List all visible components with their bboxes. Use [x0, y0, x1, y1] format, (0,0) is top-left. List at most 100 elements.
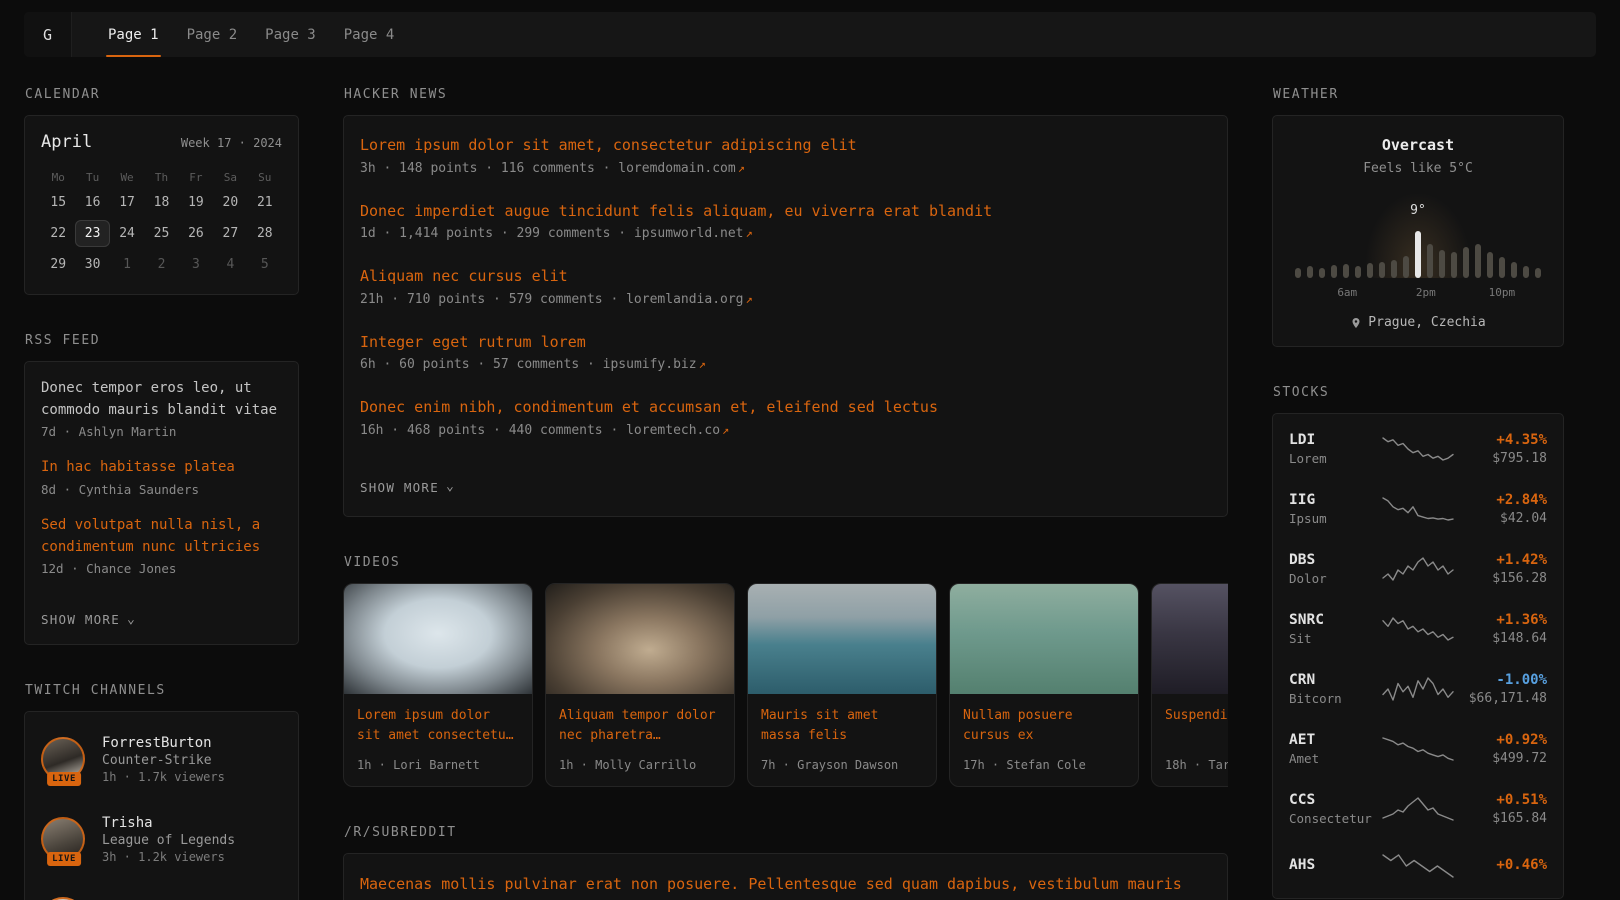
stock-values: +0.51% $165.84 — [1463, 792, 1547, 826]
stock-row[interactable]: CRN Bitcorn -1.00% $66,171.48 — [1289, 659, 1547, 719]
calendar-day: 26 — [179, 220, 213, 247]
rss-item-link[interactable]: Donec tempor eros leo, ut commodo mauris… — [41, 378, 282, 421]
external-link-icon: ↗ — [746, 292, 753, 306]
external-link-icon: ↗ — [746, 226, 753, 240]
hn-story-link[interactable]: Lorem ipsum dolor sit amet, consectetur … — [360, 134, 1211, 157]
video-meta: 18h · Tara — [1165, 758, 1228, 772]
location-pin-icon — [1350, 317, 1362, 329]
weather-bar — [1367, 263, 1373, 278]
calendar-day: 27 — [213, 220, 247, 247]
middle-column: HACKER NEWS Lorem ipsum dolor sit amet, … — [343, 87, 1228, 900]
hackernews-show-more-button[interactable]: SHOW MORE ⌄ — [360, 480, 455, 495]
twitch-channel-row[interactable]: KendallCarr — [41, 888, 282, 900]
weather-bar — [1319, 268, 1325, 278]
video-title: Aliquam tempor dolor nec pharetra… — [559, 706, 721, 748]
stock-id: LDI Lorem — [1289, 432, 1373, 466]
calendar-day: 5 — [248, 251, 282, 278]
video-card[interactable]: Nullam posuere cursus ex 17h · Stefan Co… — [949, 583, 1139, 787]
hn-meta-text: 21h · 710 points · 579 comments · — [360, 292, 626, 307]
subreddit-widget-title: /R/SUBREDDIT — [344, 825, 1228, 840]
video-card[interactable]: Lorem ipsum dolor sit amet consectetu… 1… — [343, 583, 533, 787]
weather-bar — [1475, 244, 1481, 278]
reddit-post-link[interactable]: Maecenas mollis pulvinar erat non posuer… — [360, 872, 1211, 900]
calendar-day: 18 — [144, 189, 178, 216]
rss-item-link[interactable]: Sed volutpat nulla nisl, a condimentum n… — [41, 515, 282, 558]
external-link-icon: ↗ — [738, 161, 745, 175]
weather-bar — [1439, 250, 1445, 278]
calendar-day: 15 — [41, 189, 75, 216]
stock-row[interactable]: SNRC Sit +1.36% $148.64 — [1289, 599, 1547, 659]
stock-change: +0.46% — [1463, 857, 1547, 873]
hn-domain-link[interactable]: loremtech.co↗ — [626, 423, 729, 438]
stock-row[interactable]: CCS Consectetur +0.51% $165.84 — [1289, 779, 1547, 839]
right-column: WEATHER Overcast Feels like 5°C 9° 6am 2… — [1272, 87, 1564, 900]
hn-domain-link[interactable]: ipsumify.biz↗ — [603, 357, 706, 372]
stock-row[interactable]: AET Amet +0.92% $499.72 — [1289, 719, 1547, 779]
video-card[interactable]: Mauris sit amet massa felis 7h · Grayson… — [747, 583, 937, 787]
video-meta: 1h · Lori Barnett — [357, 758, 519, 772]
rss-show-more-button[interactable]: SHOW MORE⌄ — [41, 612, 136, 627]
video-card[interactable]: Aliquam tempor dolor nec pharetra… 1h · … — [545, 583, 735, 787]
stock-sparkline — [1381, 795, 1455, 823]
calendar-day: 20 — [213, 189, 247, 216]
video-card-body: Aliquam tempor dolor nec pharetra… 1h · … — [546, 694, 734, 786]
stock-price: $156.28 — [1463, 571, 1547, 586]
nav-tab-page-3[interactable]: Page 3 — [251, 12, 330, 57]
hn-domain-link[interactable]: loremdomain.com↗ — [618, 161, 745, 176]
calendar-widget-title: CALENDAR — [25, 87, 299, 102]
stock-sparkline — [1381, 615, 1455, 643]
video-thumbnail — [344, 584, 532, 694]
twitch-channel-row[interactable]: LIVE ForrestBurton Counter-Strike 1h · 1… — [41, 728, 282, 790]
stock-price: $165.84 — [1463, 811, 1547, 826]
hn-story-link[interactable]: Aliquam nec cursus elit — [360, 265, 1211, 288]
hn-story-link[interactable]: Integer eget rutrum lorem — [360, 331, 1211, 354]
twitch-channel-info: ForrestBurton Counter-Strike 1h · 1.7k v… — [102, 735, 225, 784]
hn-story-link[interactable]: Donec enim nibh, condimentum et accumsan… — [360, 396, 1211, 419]
stock-row[interactable]: LDI Lorem +4.35% $795.18 — [1289, 419, 1547, 479]
hn-domain-link[interactable]: ipsumworld.net↗ — [634, 226, 753, 241]
nav-tab-page-2[interactable]: Page 2 — [173, 12, 252, 57]
stock-row[interactable]: IIG Ipsum +2.84% $42.04 — [1289, 479, 1547, 539]
video-card[interactable]: Suspendisse diam 18h · Tara — [1151, 583, 1228, 787]
stock-id: CRN Bitcorn — [1289, 672, 1373, 706]
rss-item: In hac habitasse platea 8d · Cynthia Sau… — [41, 457, 282, 497]
stock-values: +1.42% $156.28 — [1463, 552, 1547, 586]
nav-tab-page-1[interactable]: Page 1 — [94, 12, 173, 57]
twitch-channel-row[interactable]: LIVE Trisha League of Legends 3h · 1.2k … — [41, 808, 282, 870]
stock-row[interactable]: DBS Dolor +1.42% $156.28 — [1289, 539, 1547, 599]
app-logo[interactable]: G — [24, 12, 72, 57]
nav-tab-page-4[interactable]: Page 4 — [330, 12, 409, 57]
rss-item-link[interactable]: In hac habitasse platea — [41, 457, 282, 479]
hackernews-card: Lorem ipsum dolor sit amet, consectetur … — [343, 115, 1228, 517]
weather-bar — [1295, 268, 1301, 278]
calendar-day: 29 — [41, 251, 75, 278]
hackernews-widget-title: HACKER NEWS — [344, 87, 1228, 102]
calendar-day: 3 — [179, 251, 213, 278]
stock-name: Lorem — [1289, 451, 1373, 466]
weather-bar — [1499, 257, 1505, 278]
hn-domain-link[interactable]: loremlandia.org↗ — [626, 292, 753, 307]
chevron-down-icon: ⌄ — [446, 483, 455, 491]
video-title: Lorem ipsum dolor sit amet consectetu… — [357, 706, 519, 748]
calendar-day: 21 — [248, 189, 282, 216]
hn-story-link[interactable]: Donec imperdiet augue tincidunt felis al… — [360, 200, 1211, 223]
show-more-label: SHOW MORE — [41, 612, 120, 627]
twitch-channel-game: Counter-Strike — [102, 753, 225, 768]
nav-tabs: Page 1 Page 2 Page 3 Page 4 — [94, 12, 408, 57]
weather-bar — [1487, 252, 1493, 278]
video-meta: 7h · Grayson Dawson — [761, 758, 923, 772]
rss-item: Donec tempor eros leo, ut commodo mauris… — [41, 378, 282, 439]
stock-name: Ipsum — [1289, 511, 1373, 526]
weather-location-text: Prague, Czechia — [1368, 315, 1485, 330]
weather-bar — [1511, 262, 1517, 278]
show-more-label: SHOW MORE — [360, 480, 439, 495]
left-column: CALENDAR April Week 17 · 2024 Mo Tu We T… — [24, 87, 299, 900]
stock-name: Amet — [1289, 751, 1373, 766]
calendar-day: 23 — [75, 220, 109, 247]
twitch-channel-name[interactable]: Trisha — [102, 815, 153, 831]
hn-meta-text: 6h · 60 points · 57 comments · — [360, 357, 603, 372]
hn-item: Donec imperdiet augue tincidunt felis al… — [360, 200, 1211, 242]
twitch-channel-name[interactable]: ForrestBurton — [102, 735, 212, 751]
twitch-channel-game: League of Legends — [102, 833, 235, 848]
stock-row[interactable]: AHS +0.46% — [1289, 839, 1547, 893]
